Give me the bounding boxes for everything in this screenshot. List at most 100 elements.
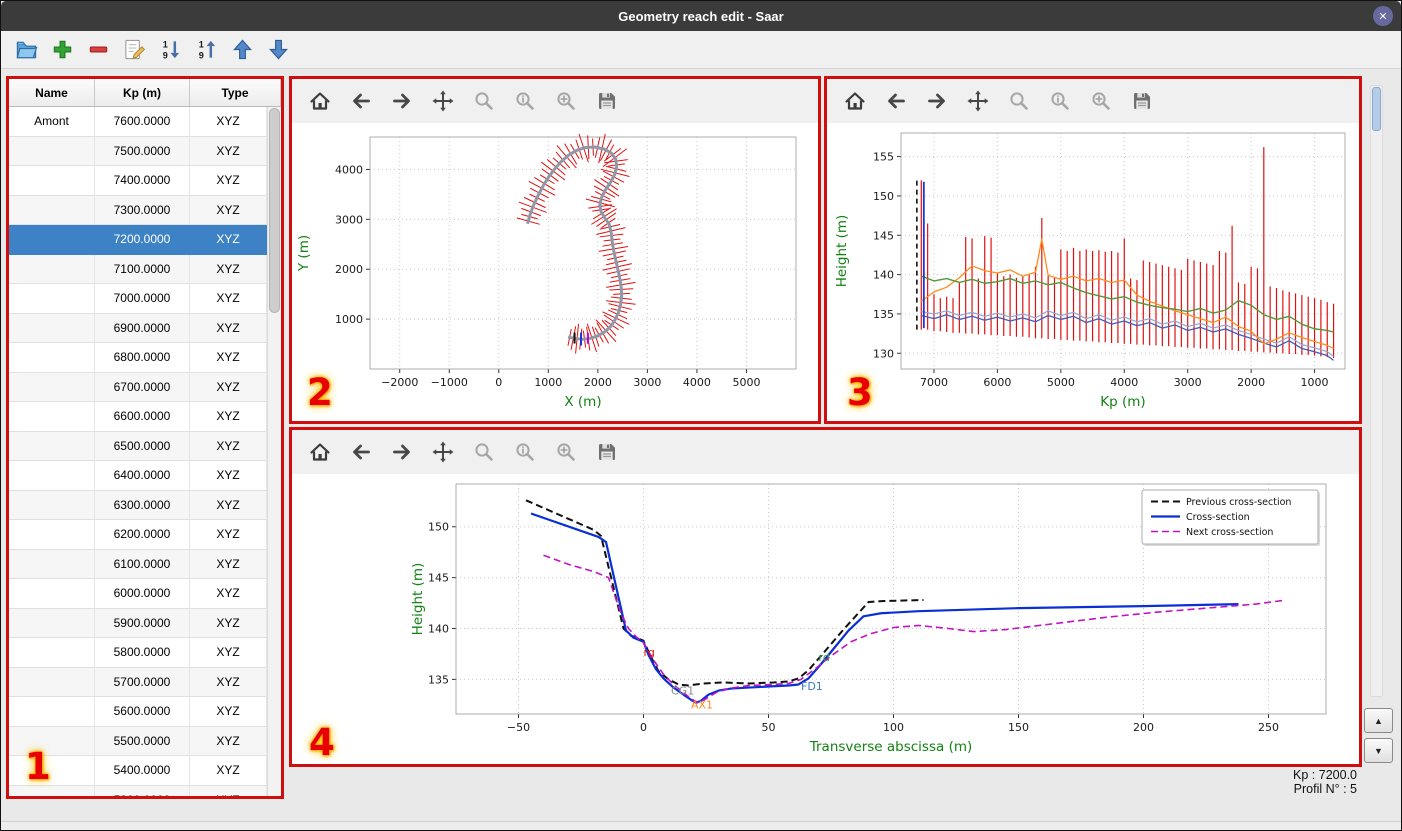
forward-icon[interactable] [390, 440, 414, 464]
table-row[interactable]: 5700.0000 XYZ [9, 667, 267, 697]
right-scrollbar[interactable] [1370, 85, 1383, 697]
kp-cell: 6000.0000 [95, 579, 190, 609]
back-icon[interactable] [349, 89, 373, 113]
main-toolbar: 1919 [1, 31, 1401, 69]
home-icon[interactable] [843, 89, 867, 113]
svg-text:150: 150 [428, 521, 449, 534]
kp-cell: 7000.0000 [95, 284, 190, 314]
customize-icon[interactable] [554, 440, 578, 464]
right-scrollbar-thumb[interactable] [1372, 87, 1381, 131]
move-down-icon[interactable] [265, 36, 292, 63]
table-row[interactable]: 7400.0000 XYZ [9, 166, 267, 196]
panel-badge-3: 3 [847, 371, 873, 414]
svg-text:1000: 1000 [335, 313, 363, 326]
table-row[interactable]: 7000.0000 XYZ [9, 284, 267, 314]
table-scrollbar[interactable] [267, 107, 281, 796]
table-row[interactable]: 7200.0000 XYZ [9, 225, 267, 255]
home-icon[interactable] [308, 440, 332, 464]
table-row[interactable]: 6700.0000 XYZ [9, 372, 267, 402]
svg-text:4000: 4000 [335, 163, 363, 176]
table-row[interactable]: 5800.0000 XYZ [9, 638, 267, 668]
table-row[interactable]: 6900.0000 XYZ [9, 313, 267, 343]
customize-icon[interactable] [1089, 89, 1113, 113]
save-icon[interactable] [1130, 89, 1154, 113]
type-cell: XYZ [190, 166, 267, 196]
name-cell [9, 166, 95, 196]
svg-text:200: 200 [1133, 721, 1154, 734]
plan-toolbar [292, 79, 818, 123]
move-up-icon[interactable] [229, 36, 256, 63]
longitudinal-plot[interactable]: 7000 6000 5000 4000 3000 2000 1000 130 135 140 145… [827, 123, 1359, 421]
table-row[interactable]: 6600.0000 XYZ [9, 402, 267, 432]
table-row[interactable]: 7300.0000 XYZ [9, 195, 267, 225]
cross-section-plot[interactable]: −50 0 50 100 150 200 250 135 140 145 150 Transverse… [292, 474, 1359, 764]
table-row[interactable]: 7100.0000 XYZ [9, 254, 267, 284]
table-row[interactable]: 6200.0000 XYZ [9, 520, 267, 550]
table-row[interactable]: 6000.0000 XYZ [9, 579, 267, 609]
table-row[interactable]: 6800.0000 XYZ [9, 343, 267, 373]
kp-cell: 7200.0000 [95, 225, 190, 255]
home-icon[interactable] [308, 89, 332, 113]
back-icon[interactable] [884, 89, 908, 113]
forward-icon[interactable] [390, 89, 414, 113]
pan-icon[interactable] [966, 89, 990, 113]
customize-icon[interactable] [554, 89, 578, 113]
zoom-icon[interactable] [472, 440, 496, 464]
subplots-icon[interactable] [513, 440, 537, 464]
svg-text:X (m): X (m) [564, 394, 601, 410]
name-cell [9, 756, 95, 786]
main-area: Name Kp (m) Type Amont 7600.0000 XYZ 7500.0… [1, 69, 1401, 821]
save-icon[interactable] [595, 440, 619, 464]
zoom-icon[interactable] [1007, 89, 1031, 113]
pan-icon[interactable] [431, 89, 455, 113]
profile-readout: Kp : 7200.0 Profil N° : 5 [1151, 768, 1357, 796]
back-icon[interactable] [349, 440, 373, 464]
type-cell: XYZ [190, 372, 267, 402]
svg-text:−50: −50 [507, 721, 530, 734]
kp-cell: 6200.0000 [95, 520, 190, 550]
svg-text:rd: rd [819, 651, 830, 664]
svg-text:145: 145 [873, 229, 894, 242]
name-cell [9, 431, 95, 461]
kp-cell: 5700.0000 [95, 667, 190, 697]
sort-descending-icon[interactable]: 19 [193, 36, 220, 63]
table-row[interactable]: Amont 7600.0000 XYZ [9, 107, 267, 137]
table-row[interactable]: 5600.0000 XYZ [9, 697, 267, 727]
pan-icon[interactable] [431, 440, 455, 464]
table-row[interactable]: 6100.0000 XYZ [9, 549, 267, 579]
add-profile-icon[interactable] [49, 36, 76, 63]
edit-profile-icon[interactable] [121, 36, 148, 63]
forward-icon[interactable] [925, 89, 949, 113]
subplots-icon[interactable] [513, 89, 537, 113]
table-scrollbar-thumb[interactable] [269, 108, 280, 313]
type-cell: XYZ [190, 785, 267, 796]
table-row[interactable]: 6300.0000 XYZ [9, 490, 267, 520]
plan-view-plot[interactable]: −2000 −1000 0 1000 2000 3000 4000 5000 1000 2000 3… [292, 123, 818, 421]
sort-ascending-icon[interactable]: 19 [157, 36, 184, 63]
spin-up-button[interactable]: ▲ [1364, 708, 1393, 733]
type-cell: XYZ [190, 195, 267, 225]
svg-text:−1000: −1000 [431, 376, 468, 389]
table-row[interactable]: 7500.0000 XYZ [9, 136, 267, 166]
table-row[interactable]: 6400.0000 XYZ [9, 461, 267, 491]
delete-profile-icon[interactable] [85, 36, 112, 63]
spin-down-button[interactable]: ▼ [1364, 738, 1393, 763]
status-bar [1, 821, 1401, 830]
profiles-panel: Name Kp (m) Type Amont 7600.0000 XYZ 7500.0… [6, 76, 284, 799]
open-file-icon[interactable] [13, 36, 40, 63]
svg-text:rg: rg [644, 646, 655, 659]
save-icon[interactable] [595, 89, 619, 113]
kp-cell: 6600.0000 [95, 402, 190, 432]
type-cell: XYZ [190, 431, 267, 461]
type-cell: XYZ [190, 638, 267, 668]
zoom-icon[interactable] [472, 89, 496, 113]
svg-text:100: 100 [883, 721, 904, 734]
table-row[interactable]: 6500.0000 XYZ [9, 431, 267, 461]
table-row[interactable]: 5900.0000 XYZ [9, 608, 267, 638]
type-cell: XYZ [190, 402, 267, 432]
close-button[interactable]: ✕ [1373, 6, 1393, 26]
svg-text:2000: 2000 [1237, 376, 1265, 389]
svg-text:0: 0 [495, 376, 502, 389]
svg-text:AX1: AX1 [691, 698, 713, 711]
subplots-icon[interactable] [1048, 89, 1072, 113]
